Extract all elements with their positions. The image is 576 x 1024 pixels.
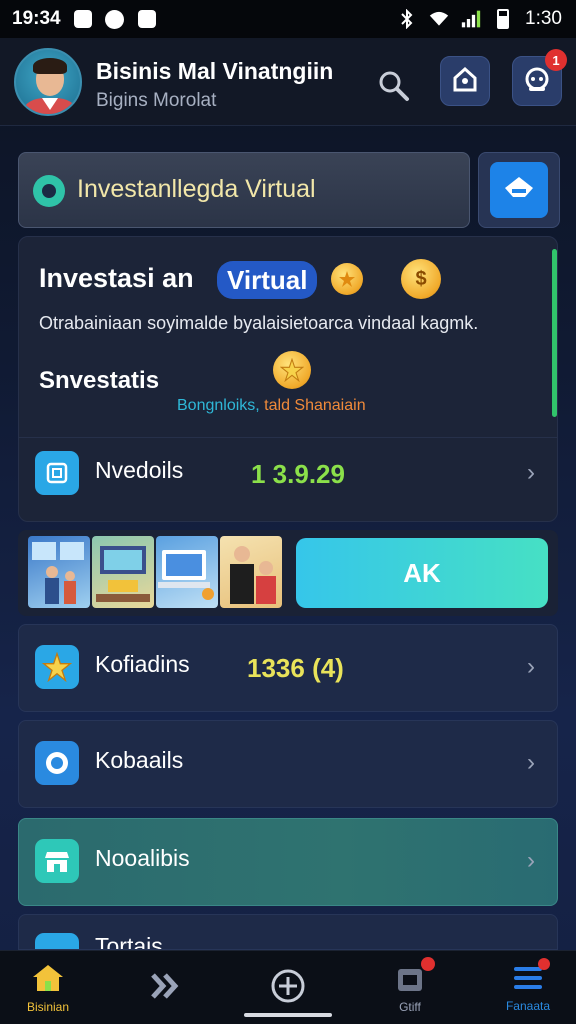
investment-card: Investasi an Virtual $ Otrabainiaan soyi… xyxy=(18,236,558,522)
nav-home[interactable]: Bisinian xyxy=(0,951,96,1024)
nav-gift[interactable]: Gtiff xyxy=(362,951,458,1024)
list-item-tortais[interactable]: Tortais xyxy=(18,914,558,950)
list-item-label: Nooalibis xyxy=(95,845,190,871)
card-title: Investasi an xyxy=(39,263,194,293)
list-item-label: Kobaails xyxy=(95,747,184,773)
list-item-label: Tortais xyxy=(95,933,163,950)
screenshot-icon xyxy=(137,9,157,29)
record-icon xyxy=(35,741,79,785)
thumbnail-laptop[interactable] xyxy=(156,536,218,608)
card-colored-caption: Bongnloiks, tald Shanaiain xyxy=(177,397,366,415)
list-item-nooalibis[interactable]: Nooalibis › xyxy=(18,818,558,906)
chevron-right-icon: › xyxy=(527,459,535,486)
shop-icon xyxy=(35,839,79,883)
thumbnail-people[interactable] xyxy=(220,536,282,608)
gift-badge xyxy=(421,956,435,971)
star-coin-icon xyxy=(331,263,363,295)
search-icon[interactable] xyxy=(376,68,412,104)
page-title: Bisinis Mal Vinatngiin xyxy=(96,58,334,84)
card-scrollbar[interactable] xyxy=(552,249,557,417)
avatar[interactable] xyxy=(14,48,82,116)
plus-circle-icon xyxy=(270,968,306,1009)
list-item-label: Kofiadins xyxy=(95,651,190,677)
search-banner[interactable]: Investanllegda Virtual xyxy=(18,152,470,228)
menu-badge xyxy=(538,957,550,970)
app-notification-icon xyxy=(73,9,93,29)
card-row-label: Nvedoils xyxy=(95,457,184,483)
status-time-right: 1:30 xyxy=(525,8,562,29)
card-subtitle: Snvestatis xyxy=(39,367,160,394)
virtual-pill: Virtual xyxy=(217,261,318,299)
signal-icon xyxy=(461,9,481,29)
notifications-button[interactable]: 1 xyxy=(512,49,567,106)
system-home-indicator[interactable] xyxy=(244,1013,332,1017)
card-row-value: 1 3.9.29 xyxy=(251,459,345,489)
nav-gift-label: Gtiff xyxy=(399,999,421,1014)
chevron-right-icon: › xyxy=(527,653,535,680)
folder-icon xyxy=(35,933,79,949)
chevron-right-icon: › xyxy=(527,847,535,874)
nav-share[interactable] xyxy=(118,951,214,1024)
wifi-icon xyxy=(429,9,449,29)
gold-star-icon xyxy=(273,351,311,389)
page-subtitle: Bigins Morolat xyxy=(96,90,217,111)
battery-icon xyxy=(493,9,513,29)
nav-menu-label: Fanaata xyxy=(505,998,551,1013)
banner-text: Investanllegda Virtual xyxy=(77,175,316,203)
app-header: Bisinis Mal Vinatngiin Bigins Morolat 1 xyxy=(0,38,576,126)
house-icon xyxy=(452,66,478,97)
target-icon xyxy=(33,175,65,207)
banner-action-button[interactable] xyxy=(478,152,560,228)
home-button[interactable] xyxy=(440,56,490,106)
list-item-value: 1336 (4) xyxy=(247,653,344,683)
status-bar: 19:34 1:30 xyxy=(0,0,576,38)
thumbnail-desk[interactable] xyxy=(92,536,154,608)
caption-part-blue: Bongnloiks, xyxy=(177,397,260,414)
notification-badge: 1 xyxy=(545,49,567,71)
status-time-left: 19:34 xyxy=(12,8,61,29)
notification-round-icon xyxy=(105,9,125,29)
share-arrows-icon xyxy=(149,971,183,1006)
nav-menu[interactable]: Fanaata xyxy=(480,951,576,1024)
dollar-coin-icon: $ xyxy=(401,259,441,299)
bluetooth-icon xyxy=(397,9,417,29)
thumbnail-office[interactable] xyxy=(28,536,90,608)
bell-icon xyxy=(523,65,551,98)
card-description: Otrabainiaan soyimalde byalaisietoarсa v… xyxy=(39,313,479,333)
gift-icon xyxy=(395,956,435,998)
star-icon xyxy=(35,645,79,689)
list-item-kofiadins[interactable]: Kofiadins 1336 (4) › xyxy=(18,624,558,712)
menu-icon xyxy=(512,957,550,997)
home-icon xyxy=(31,963,65,998)
document-icon xyxy=(35,451,79,495)
home-shape-icon xyxy=(503,175,535,206)
list-item-kobaails[interactable]: Kobaails › xyxy=(18,720,558,808)
nav-home-label: Bisinian xyxy=(26,999,70,1014)
chevron-right-icon: › xyxy=(527,749,535,776)
card-divider xyxy=(19,437,557,438)
ak-button[interactable]: AK xyxy=(296,538,548,608)
caption-part-orange: tald Shanaiain xyxy=(264,397,366,414)
